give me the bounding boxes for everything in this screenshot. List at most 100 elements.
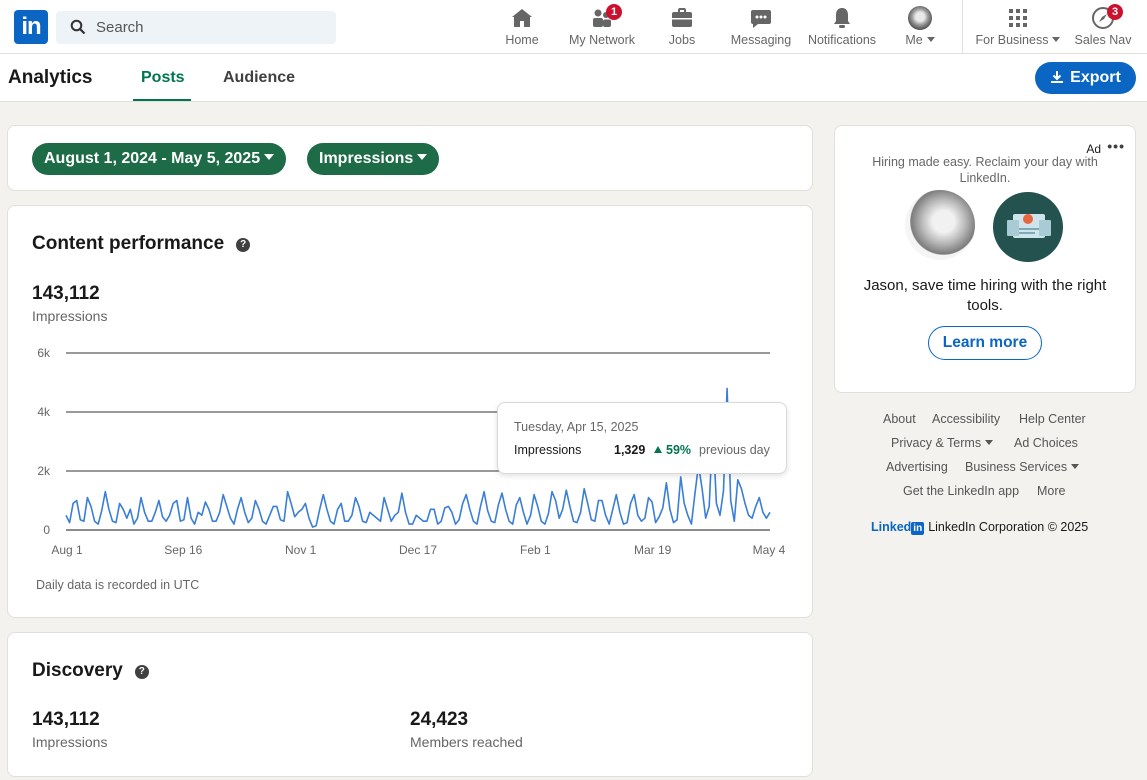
grid-icon [1009, 9, 1027, 27]
chevron-down-icon [1052, 37, 1061, 42]
chart-tooltip: Tuesday, Apr 15, 2025 Impressions 1,329 … [497, 402, 787, 474]
network-icon: 1 [590, 4, 622, 30]
x-tick-label: Sep 16 [164, 543, 202, 557]
nav-my-network[interactable]: 1 My Network [566, 4, 638, 50]
footer-link-about[interactable]: About [883, 412, 916, 426]
utc-footnote: Daily data is recorded in UTC [36, 578, 200, 592]
content-performance-card: Content performance? 143,112 Impressions… [7, 205, 813, 618]
members-reached-label: Members reached [410, 734, 523, 750]
linkedin-logo[interactable]: in [14, 10, 48, 44]
footer-link-advertising[interactable]: Advertising [886, 460, 948, 474]
nav-divider [962, 0, 963, 54]
help-icon[interactable]: ? [236, 238, 251, 252]
tooltip-change-suffix: previous day [699, 443, 770, 457]
export-button[interactable]: Export [1035, 62, 1136, 94]
y-tick-label: 6k [37, 346, 51, 360]
bell-icon [834, 8, 850, 28]
download-icon [1051, 71, 1064, 83]
tooltip-change-value: 59% [666, 443, 692, 457]
footer-link-privacy[interactable]: Privacy & Terms [891, 436, 994, 450]
footer-link-get-app[interactable]: Get the LinkedIn app [903, 484, 1019, 498]
tooltip-label: Impressions [514, 443, 582, 457]
compass-icon: 3 [1091, 4, 1123, 30]
more-options-icon[interactable]: ••• [1107, 138, 1125, 154]
chevron-down-icon [926, 37, 935, 42]
content-performance-title: Content performance [32, 233, 225, 254]
x-tick-label: May 4 [753, 543, 786, 557]
y-tick-label: 0 [43, 523, 50, 537]
ad-card: Ad ••• Hiring made easy. Reclaim your da… [834, 125, 1136, 393]
nav-me[interactable]: Me [900, 6, 940, 50]
footer-link-business-services[interactable]: Business Services [965, 460, 1080, 474]
avatar [908, 6, 932, 30]
ad-pitch: Jason, save time hiring with the right t… [863, 277, 1107, 314]
nav-label: Home [505, 33, 539, 47]
card-title: Content performance? [32, 233, 251, 255]
user-photo [905, 190, 975, 260]
x-tick-label: Mar 19 [634, 543, 672, 557]
copyright-text: LinkedIn Corporation © 2025 [928, 520, 1089, 534]
footer-link-accessibility[interactable]: Accessibility [932, 412, 1000, 426]
nav-jobs[interactable]: Jobs [664, 6, 700, 50]
chevron-down-icon [1071, 464, 1080, 469]
discovery-impressions-label: Impressions [32, 734, 108, 750]
members-reached: 24,423 [410, 709, 469, 730]
analytics-header: Analytics Posts Audience Export [0, 54, 1147, 102]
notification-badge: 1 [606, 4, 622, 20]
home-icon [512, 9, 532, 27]
metric-filter[interactable]: Impressions [307, 143, 440, 175]
x-tick-label: Nov 1 [285, 543, 317, 557]
messaging-icon [751, 10, 771, 28]
learn-more-button[interactable]: Learn more [928, 326, 1042, 360]
search-box[interactable] [56, 11, 336, 44]
trend-up-icon [654, 446, 662, 453]
nav-label: For Business [975, 33, 1049, 47]
discovery-card: Discovery? 143,112 Impressions 24,423 Me… [7, 632, 813, 777]
nav-notifications[interactable]: Notifications [804, 6, 880, 50]
nav-label: Messaging [730, 33, 792, 47]
x-tick-label: Dec 17 [399, 543, 437, 557]
tab-audience[interactable]: Audience [223, 69, 295, 87]
nav-label: Notifications [807, 33, 877, 47]
total-impressions-label: Impressions [32, 308, 108, 324]
tooltip-change: 59% [654, 443, 691, 457]
nav-label: Jobs [668, 33, 696, 47]
copyright: Linked in LinkedIn Corporation © 2025 [871, 520, 1088, 535]
export-label: Export [1070, 69, 1121, 86]
filter-card: August 1, 2024 - May 5, 2025 Impressions [7, 125, 813, 191]
x-tick-label: Aug 1 [51, 543, 83, 557]
help-icon[interactable]: ? [134, 665, 149, 679]
x-tick-label: Feb 1 [520, 543, 551, 557]
date-range-filter[interactable]: August 1, 2024 - May 5, 2025 [32, 143, 287, 175]
discovery-title: Discovery [32, 660, 123, 681]
tooltip-date: Tuesday, Apr 15, 2025 [514, 420, 639, 434]
jobs-icon [672, 8, 692, 27]
top-nav: in Home 1 My Network Jobs Messaging Noti… [0, 0, 1147, 54]
footer-link-more[interactable]: More [1037, 484, 1065, 498]
nav-label: Me [905, 33, 923, 47]
nav-home[interactable]: Home [502, 6, 542, 50]
ad-tagline: Hiring made easy. Reclaim your day with … [872, 155, 1098, 185]
company-logo [993, 192, 1063, 262]
nav-for-business[interactable]: For Business [975, 6, 1061, 50]
nav-sales-nav[interactable]: 3 Sales Nav [1074, 4, 1132, 50]
nav-messaging[interactable]: Messaging [728, 6, 794, 50]
footer-link-help-center[interactable]: Help Center [1019, 412, 1086, 426]
active-tab-indicator [133, 99, 191, 101]
search-input[interactable] [96, 11, 326, 44]
tooltip-value: 1,329 [614, 443, 646, 457]
metric-label: Impressions [319, 150, 414, 167]
date-range-label: August 1, 2024 - May 5, 2025 [44, 150, 261, 167]
footer-link-label: Privacy & Terms [891, 436, 982, 450]
notification-badge: 3 [1107, 4, 1123, 20]
search-icon [70, 19, 86, 35]
caret-down-icon [264, 154, 275, 160]
nav-label: My Network [569, 33, 635, 47]
tab-posts[interactable]: Posts [141, 69, 185, 87]
card-title: Discovery? [32, 660, 149, 682]
footer-link-ad-choices[interactable]: Ad Choices [1014, 436, 1078, 450]
chevron-down-icon [985, 440, 994, 445]
page-title: Analytics [8, 67, 93, 88]
nav-label: Sales Nav [1074, 33, 1132, 47]
linkedin-wordmark-box: in [911, 522, 925, 535]
